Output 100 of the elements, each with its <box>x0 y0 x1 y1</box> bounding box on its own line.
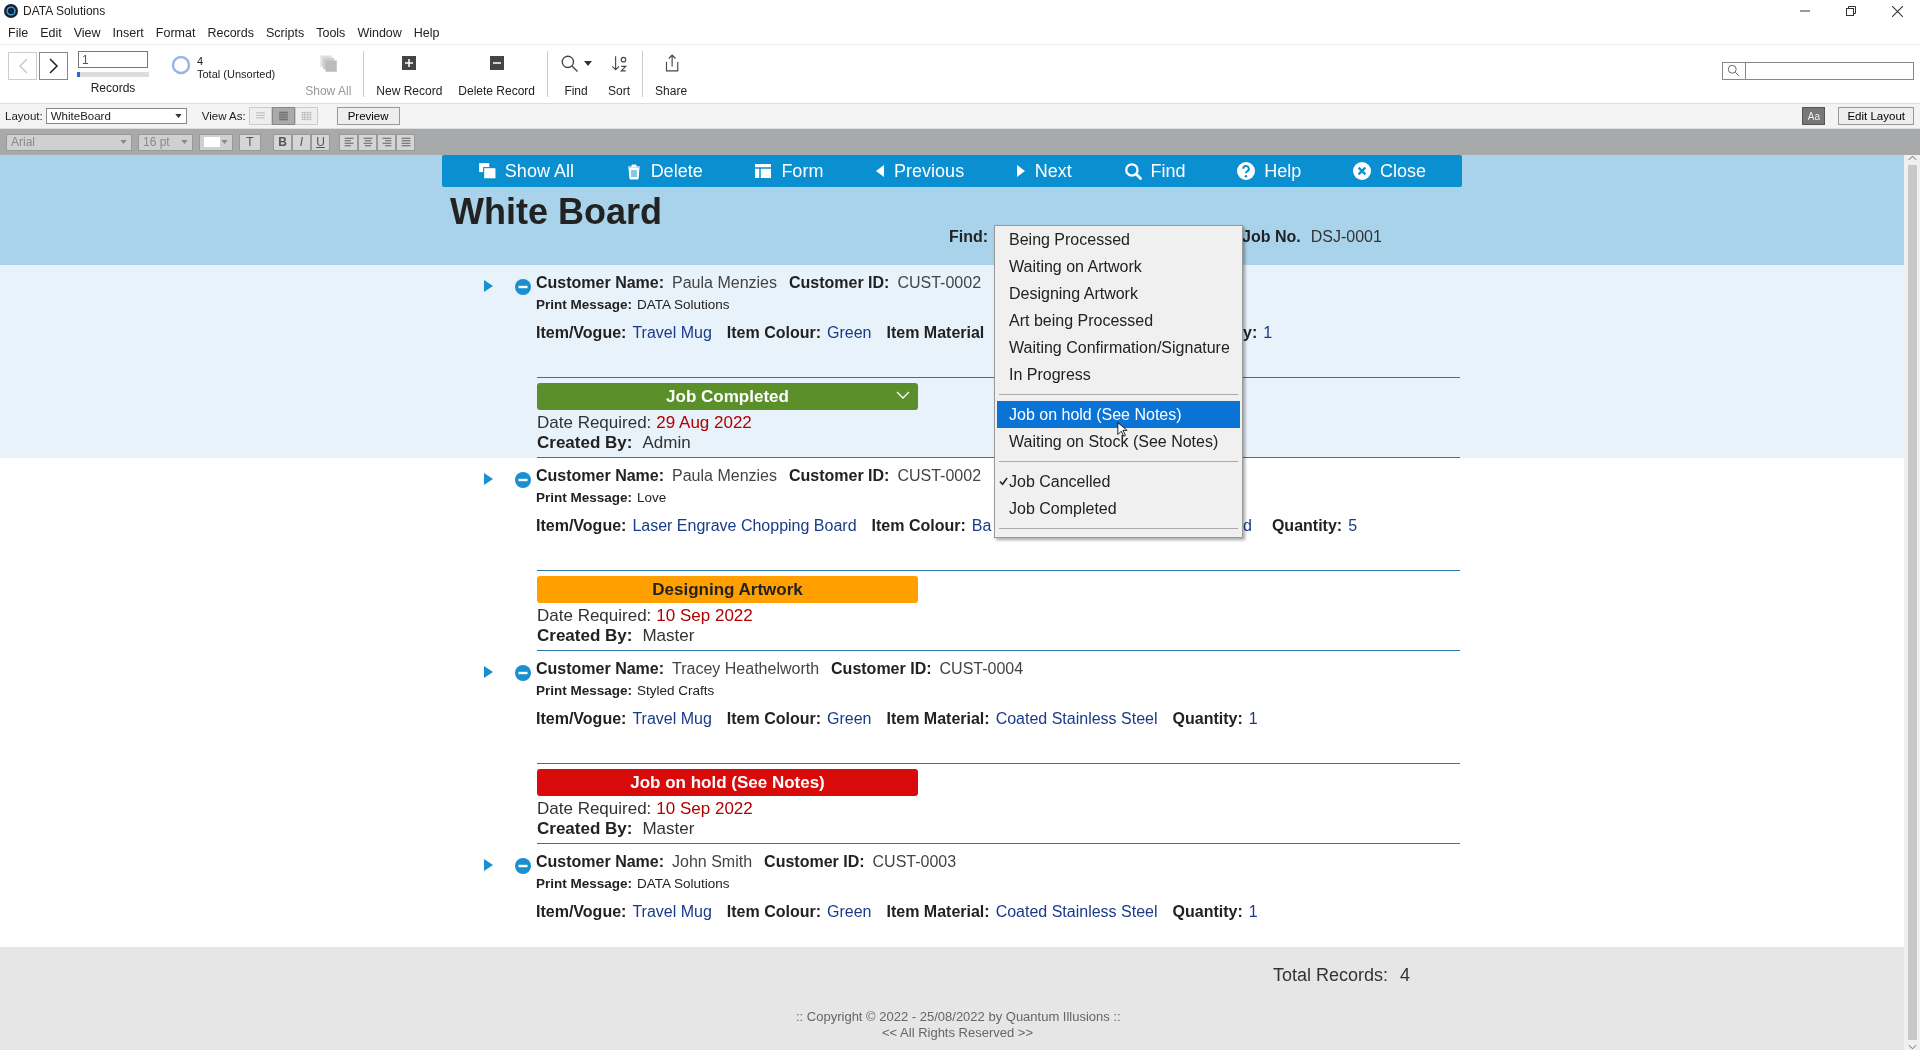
right-triangle-icon <box>1015 164 1026 178</box>
menu-option[interactable]: Job Completed <box>997 495 1240 522</box>
field-label: Item Material: <box>886 903 990 921</box>
menu-option[interactable]: Waiting Confirmation/Signature <box>997 334 1240 361</box>
nav-button[interactable]: Help <box>1231 157 1308 185</box>
field-label: Customer ID: <box>831 660 932 678</box>
field-value: DATA Solutions <box>637 296 730 312</box>
view-mode-button[interactable] <box>294 107 318 125</box>
align-button[interactable] <box>339 133 358 151</box>
nav-button[interactable]: Close <box>1347 157 1433 185</box>
expand-triangle-icon <box>484 666 493 678</box>
nav-button[interactable]: Show All <box>471 157 580 185</box>
field-label: Customer Name: <box>536 274 665 292</box>
text-button[interactable]: T <box>239 133 261 151</box>
menu-item[interactable]: Scripts <box>260 26 311 40</box>
forward-button[interactable] <box>39 52 68 80</box>
menu-option[interactable]: Being Processed <box>997 226 1240 253</box>
form-icon <box>754 163 773 179</box>
menu-item[interactable]: View <box>67 26 107 40</box>
field-value: CUST-0002 <box>897 274 982 292</box>
total-records-label: Total Records: <box>1273 965 1389 986</box>
expand-triangle-icon <box>484 859 493 871</box>
field-label: Date Required: <box>537 413 652 432</box>
toolbar-button[interactable]: Delete Record <box>450 45 544 103</box>
job-no-label: Job No. <box>1242 228 1301 246</box>
search-field[interactable] <box>1722 62 1914 80</box>
field-value: Green <box>827 710 872 728</box>
caret-icon <box>181 140 188 144</box>
field-label: Created By: <box>537 819 633 838</box>
search-icon <box>1123 162 1142 180</box>
field-label: Item Colour: <box>726 903 822 921</box>
nav-button[interactable]: Previous <box>869 157 971 185</box>
minus-icon <box>488 55 505 71</box>
edit-layout-button[interactable]: Edit Layout <box>1838 107 1914 125</box>
view-mode-button[interactable] <box>271 107 295 125</box>
menu-item[interactable]: Insert <box>106 26 150 40</box>
rights-text: << All Rights Reserved >> <box>881 1024 1035 1040</box>
text-style-button[interactable]: U <box>311 133 330 151</box>
field-label: Item/Vogue: <box>536 517 627 535</box>
status-dropdown[interactable]: Job on hold (See Notes) <box>537 769 918 796</box>
field-label: Customer Name: <box>536 853 665 871</box>
menu-item[interactable]: Format <box>149 26 202 40</box>
menu-item[interactable]: Window <box>351 26 408 40</box>
menu-item[interactable]: Tools <box>310 26 352 40</box>
scroll-up-icon <box>1907 155 1917 161</box>
menu-option[interactable]: Designing Artwork <box>997 280 1240 307</box>
align-button[interactable] <box>396 133 415 151</box>
text-style-button[interactable]: I <box>292 133 311 151</box>
align-button[interactable] <box>377 133 396 151</box>
date-value: 29 Aug 2022 <box>656 413 752 432</box>
nav-button[interactable]: Delete <box>619 157 709 185</box>
menu-option[interactable]: Waiting on Artwork <box>997 253 1240 280</box>
text-color-dropdown[interactable] <box>199 133 233 151</box>
toolbar-button[interactable]: Share <box>647 45 696 103</box>
toolbar-button[interactable]: Sort <box>600 45 639 103</box>
align-icon <box>399 137 412 147</box>
record-slider[interactable] <box>77 72 149 77</box>
status-dropdown[interactable]: Designing Artwork <box>537 576 918 603</box>
job-no-value: DSJ-0001 <box>1309 228 1382 246</box>
field-value: Coated Stainless Steel <box>995 710 1158 728</box>
text-toggle-button[interactable]: Aa <box>1802 107 1826 125</box>
menu-option[interactable]: In Progress <box>997 361 1240 388</box>
menu-item[interactable]: Edit <box>34 26 68 40</box>
menu-option[interactable]: Art being Processed <box>997 307 1240 334</box>
field-label: Date Required: <box>537 606 652 625</box>
field-label: Item Material: <box>886 710 990 728</box>
nav-button[interactable]: Find <box>1117 157 1192 185</box>
text-style-button[interactable]: B <box>273 133 292 151</box>
expand-triangle-icon <box>484 473 493 485</box>
toolbar-button[interactable]: New Record <box>368 45 451 103</box>
pages-icon <box>477 162 496 180</box>
record-row[interactable]: Customer Name: John Smith Customer ID: CUST-0003 Print Message: DATA Solutions Item/Vogue: Travel Mug Item Colour: Green Item Material: Coated Stainless Steel Quantity: 1 <box>0 844 1904 921</box>
field-value: Travel Mug <box>632 903 712 921</box>
field-value: d <box>1243 517 1252 535</box>
field-label: Print Message: <box>536 875 633 891</box>
field-label: Item/Vogue: <box>536 903 627 921</box>
menu-option[interactable]: Waiting on Stock (See Notes) <box>997 428 1240 455</box>
field-value: Master <box>642 626 695 645</box>
field-value: Admin <box>642 433 691 452</box>
field-value: Tracey Heathelworth <box>672 660 820 678</box>
preview-button[interactable]: Preview <box>336 107 400 125</box>
menu-item[interactable]: Help <box>407 26 446 40</box>
menu-option[interactable]: Job Cancelled <box>997 468 1240 495</box>
nav-button[interactable]: Next <box>1009 157 1078 185</box>
scrollbar[interactable] <box>1904 155 1920 1050</box>
align-icon <box>380 137 393 147</box>
field-value: Coated Stainless Steel <box>995 903 1158 921</box>
record-number-field[interactable]: 1 <box>78 51 148 68</box>
close-icon <box>1891 5 1903 17</box>
field-value: Paula Menzies <box>672 274 777 292</box>
field-value: Master <box>642 819 695 838</box>
menu-item[interactable]: File <box>2 26 35 40</box>
close-icon <box>1353 162 1372 180</box>
nav-button[interactable]: Form <box>748 157 830 185</box>
window-title: DATA Solutions <box>23 4 106 18</box>
status-dropdown[interactable]: Job Completed <box>537 383 918 410</box>
toolbar-button[interactable]: Find <box>552 45 601 103</box>
menu-item[interactable]: Records <box>201 26 260 40</box>
layout-dropdown[interactable]: WhiteBoard <box>45 108 187 124</box>
align-button[interactable] <box>358 133 377 151</box>
